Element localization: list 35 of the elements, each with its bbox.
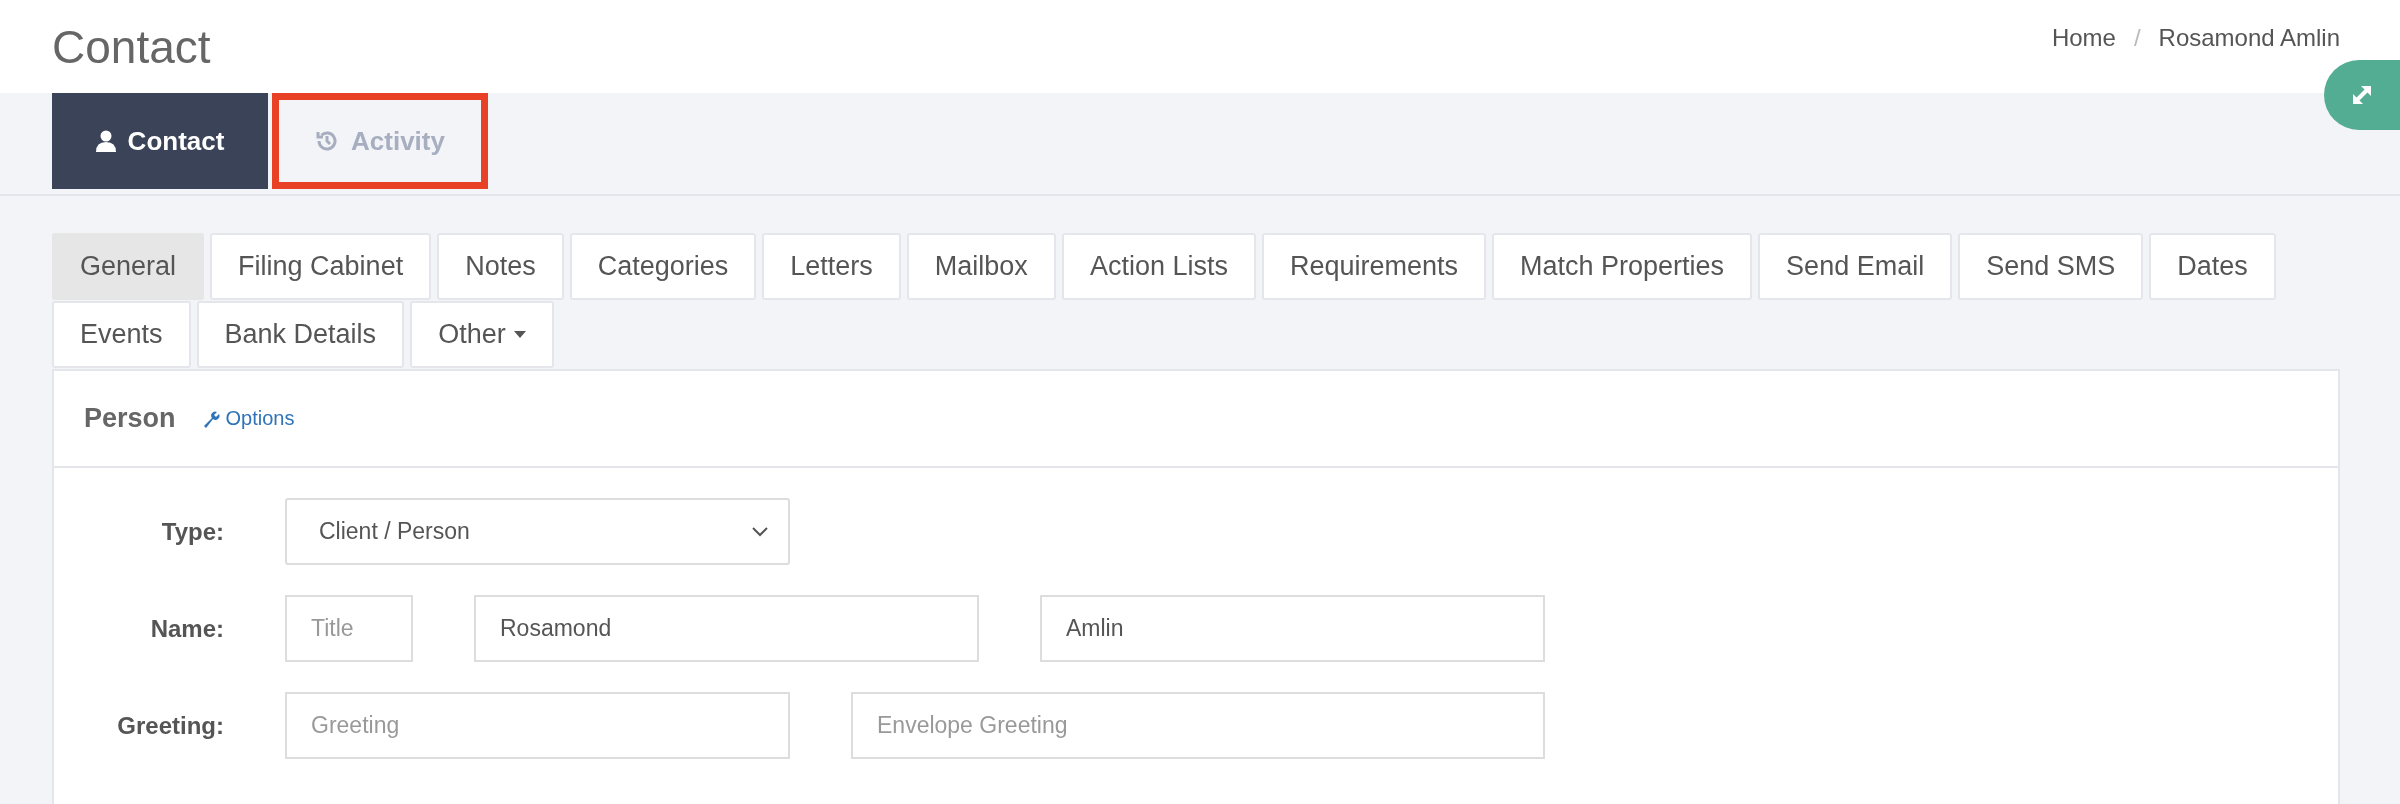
input-field[interactable]: Greeting (285, 692, 790, 759)
field-label: Type: (160, 517, 224, 546)
field-label: Name: (149, 614, 224, 643)
sub-tab[interactable]: Action Lists (1061, 233, 1256, 300)
input-field[interactable]: Title (285, 595, 413, 662)
options-link[interactable]: Options (201, 407, 295, 430)
main-tab[interactable]: Contact (52, 93, 268, 189)
sub-tab[interactable]: Other (410, 301, 554, 368)
sub-tab[interactable]: Events (52, 301, 191, 368)
breadcrumb-link[interactable]: Home (2051, 23, 2116, 52)
sub-tab[interactable]: Dates (2149, 233, 2276, 300)
sub-tab[interactable]: Send Email (1758, 233, 1953, 300)
expand-button[interactable] (2324, 60, 2400, 130)
user-icon (95, 130, 116, 152)
sub-tab[interactable]: Bank Details (196, 301, 405, 368)
sub-tab[interactable]: Categories (569, 233, 757, 300)
breadcrumb-link[interactable]: Rosamond Amlin (2158, 23, 2340, 52)
field-label: Greeting: (116, 711, 224, 740)
panel-title: Person (84, 403, 176, 434)
type-select[interactable]: Client / Person (285, 498, 790, 565)
chevron-down-icon (752, 526, 768, 537)
sub-tab[interactable]: Filing Cabinet (210, 233, 432, 300)
sub-tab[interactable]: Letters (762, 233, 901, 300)
input-field[interactable]: Rosamond (474, 595, 979, 662)
history-icon (315, 129, 340, 153)
sub-tab[interactable]: Notes (437, 233, 564, 300)
sub-tab[interactable]: Mailbox (906, 233, 1056, 300)
sub-tab[interactable]: Requirements (1261, 233, 1486, 300)
sub-tab[interactable]: Send SMS (1958, 233, 2144, 300)
page-title: Contact (52, 19, 211, 74)
sub-tab[interactable]: Match Properties (1492, 233, 1753, 300)
input-field[interactable]: Envelope Greeting (851, 692, 1545, 759)
input-field[interactable]: Amlin (1040, 595, 1545, 662)
breadcrumb-separator: / (2133, 23, 2141, 52)
sub-tab[interactable]: General (52, 233, 205, 300)
